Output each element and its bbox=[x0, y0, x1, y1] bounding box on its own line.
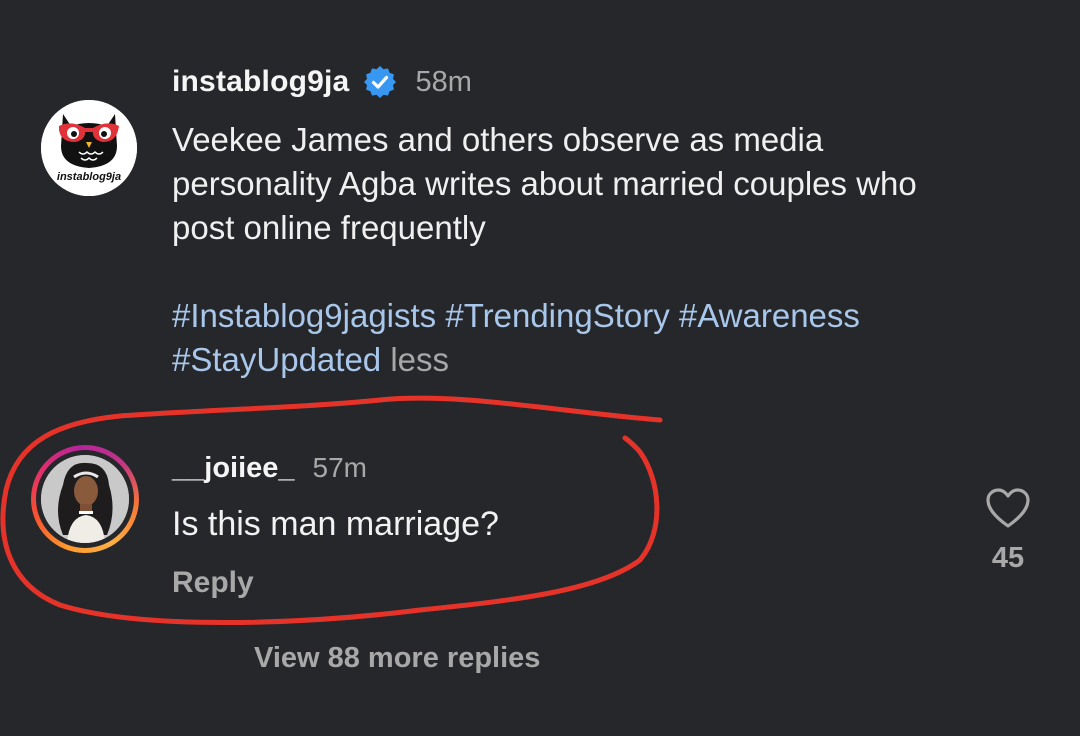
comment-header: __joiiee_ 57m bbox=[172, 450, 367, 486]
svg-text:instablog9ja: instablog9ja bbox=[57, 171, 121, 183]
story-ring[interactable] bbox=[31, 445, 139, 553]
view-more-replies-button[interactable]: View 88 more replies bbox=[254, 642, 540, 675]
post-caption-text: Veekee James and others observe as media… bbox=[172, 118, 1052, 382]
caption-line: personality Agba writes about married co… bbox=[172, 165, 917, 202]
reply-button[interactable]: Reply bbox=[172, 566, 254, 600]
hashtags-line-2: #StayUpdated less bbox=[172, 338, 1052, 382]
owl-logo-icon: instablog9ja bbox=[41, 100, 137, 196]
commenter-username[interactable]: __joiiee_ bbox=[172, 452, 295, 485]
like-count: 45 bbox=[991, 542, 1025, 574]
comments-screen: instablog9ja instablog9ja 58m Veekee Jam… bbox=[0, 0, 1080, 736]
hashtags-line[interactable]: #Instablog9jagists #TrendingStory #Aware… bbox=[172, 294, 1052, 338]
hashtag-stayupdated[interactable]: #StayUpdated bbox=[172, 341, 381, 378]
verified-badge-icon bbox=[363, 65, 397, 99]
post-caption: instablog9ja instablog9ja 58m Veekee Jam… bbox=[0, 0, 1080, 410]
caption-line: Veekee James and others observe as media bbox=[172, 121, 824, 158]
comment-item: __joiiee_ 57m Is this man marriage? Repl… bbox=[0, 410, 1080, 736]
profile-photo-icon bbox=[41, 455, 129, 543]
post-username[interactable]: instablog9ja bbox=[172, 65, 349, 99]
post-timestamp: 58m bbox=[415, 65, 472, 98]
caption-line: post online frequently bbox=[172, 209, 486, 246]
post-header: instablog9ja 58m bbox=[172, 62, 472, 102]
comment-timestamp: 57m bbox=[312, 452, 367, 483]
post-author-avatar[interactable]: instablog9ja bbox=[41, 100, 137, 196]
story-ring-gap bbox=[36, 450, 134, 548]
comment-text: Is this man marriage? bbox=[172, 505, 499, 543]
less-link[interactable]: less bbox=[390, 341, 449, 378]
commenter-avatar[interactable] bbox=[41, 455, 129, 543]
heart-outline-icon[interactable] bbox=[984, 486, 1032, 530]
